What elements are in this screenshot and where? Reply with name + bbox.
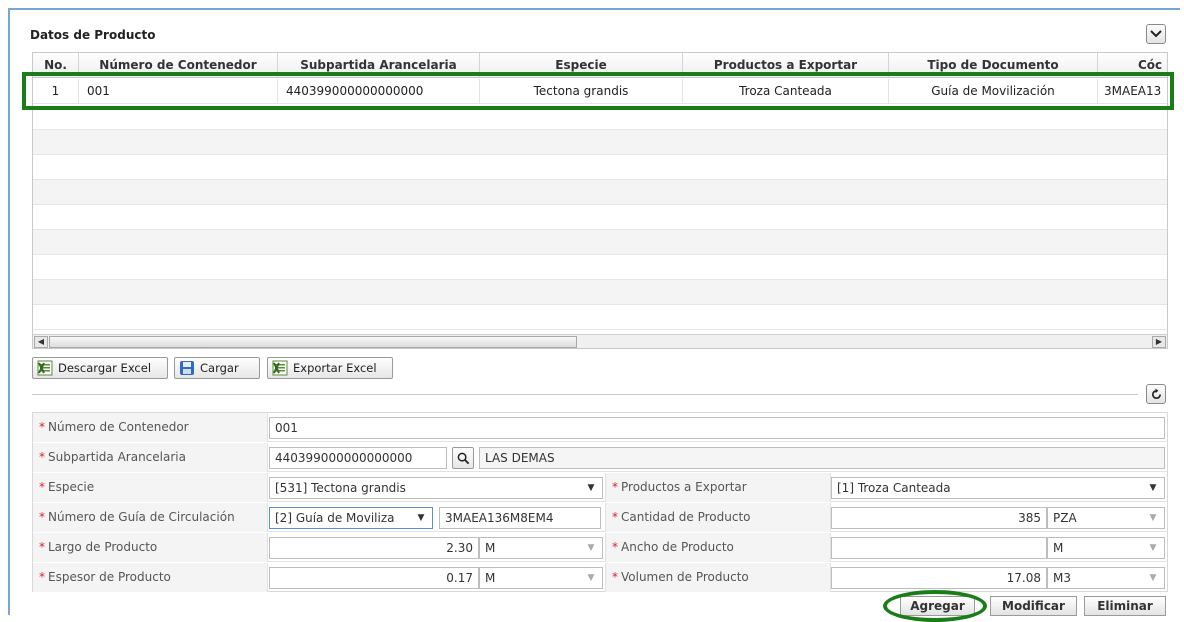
add-button-highlight	[883, 590, 987, 622]
chevron-down-icon[interactable]: ▼	[411, 507, 431, 529]
empty-row	[33, 205, 1167, 230]
download-excel-label: Descargar Excel	[58, 361, 152, 375]
refresh-button[interactable]	[1146, 384, 1166, 404]
search-icon	[457, 452, 469, 464]
scrollbar-thumb[interactable]	[49, 336, 577, 348]
chevron-down-icon[interactable]: ▼	[581, 537, 601, 559]
volumen-label: * Volumen de Producto	[605, 563, 831, 592]
export-excel-button[interactable]: Exportar Excel	[267, 357, 393, 379]
empty-row	[33, 255, 1167, 280]
especie-label: * Especie	[33, 473, 268, 502]
load-button[interactable]: Cargar	[174, 357, 260, 379]
ancho-input[interactable]	[831, 537, 1047, 559]
load-label: Cargar	[200, 361, 239, 375]
subpartida-label: * Subpartida Arancelaria	[33, 443, 268, 472]
guia-label: * Número de Guía de Circulación	[33, 503, 268, 532]
collapse-button[interactable]	[1146, 24, 1166, 44]
horizontal-scrollbar[interactable]: ◀ ▶	[33, 334, 1167, 348]
ancho-label: * Ancho de Producto	[605, 533, 831, 562]
subpartida-search-button[interactable]	[452, 447, 474, 469]
download-excel-button[interactable]: Descargar Excel	[32, 357, 168, 379]
section-divider	[32, 394, 1138, 395]
especie-select[interactable]: [531] Tectona grandis	[269, 477, 603, 499]
empty-row	[33, 280, 1167, 305]
chevron-down-icon[interactable]: ▼	[1143, 537, 1163, 559]
excel-icon	[272, 360, 288, 376]
espesor-input[interactable]: 0.17	[269, 567, 479, 589]
export-excel-label: Exportar Excel	[293, 361, 377, 375]
espesor-label: * Espesor de Producto	[33, 563, 268, 592]
productos-select[interactable]: [1] Troza Canteada	[831, 477, 1165, 499]
save-disk-icon	[180, 361, 194, 375]
chevron-down-icon[interactable]: ▼	[581, 477, 601, 499]
largo-input[interactable]: 2.30	[269, 537, 479, 559]
guia-type-select[interactable]: [2] Guía de Moviliza	[269, 507, 433, 529]
subpartida-input[interactable]: 440399000000000000	[269, 447, 447, 469]
modify-button[interactable]: Modificar	[990, 596, 1077, 616]
form-row-largo: * Largo de Producto 2.30 M ▼ * Ancho de Pr…	[33, 533, 1167, 562]
empty-row	[33, 230, 1167, 255]
volumen-input[interactable]: 17.08	[831, 567, 1047, 589]
panel-title: Datos de Producto	[30, 28, 156, 42]
form-row-contenedor: * Número de Contenedor 001	[33, 413, 1167, 442]
excel-icon	[37, 360, 53, 376]
chevron-down-icon	[1150, 30, 1162, 38]
largo-label: * Largo de Producto	[33, 533, 268, 562]
scroll-right-icon[interactable]: ▶	[1152, 336, 1166, 348]
selected-row-highlight	[22, 72, 1174, 110]
chevron-down-icon[interactable]: ▼	[1143, 477, 1163, 499]
empty-row	[33, 155, 1167, 180]
scroll-left-icon[interactable]: ◀	[34, 336, 48, 348]
chevron-down-icon[interactable]: ▼	[1143, 567, 1163, 589]
guia-number-input[interactable]: 3MAEA136M8EM4	[439, 507, 601, 529]
form-row-subpartida: * Subpartida Arancelaria 4403990000000000…	[33, 443, 1167, 472]
form-row-especie: * Especie [531] Tectona grandis ▼ * Produc…	[33, 473, 1167, 502]
form-row-espesor: * Espesor de Producto 0.17 M ▼ * Volumen d…	[33, 563, 1167, 592]
delete-button[interactable]: Eliminar	[1084, 596, 1166, 616]
productos-label: * Productos a Exportar	[605, 473, 831, 502]
chevron-down-icon[interactable]: ▼	[1143, 507, 1163, 529]
contenedor-input[interactable]: 001	[269, 417, 1165, 439]
empty-row	[33, 305, 1167, 330]
subpartida-description: LAS DEMAS	[479, 447, 1165, 469]
product-form: * Número de Contenedor 001 * Subpartida Ar…	[32, 412, 1168, 592]
refresh-icon	[1151, 387, 1161, 399]
contenedor-label: * Número de Contenedor	[33, 413, 268, 442]
form-row-guia: * Número de Guía de Circulación [2] Guía …	[33, 503, 1167, 532]
empty-row	[33, 130, 1167, 155]
cantidad-label: * Cantidad de Producto	[605, 503, 831, 532]
cantidad-input[interactable]: 385	[831, 507, 1047, 529]
empty-row	[33, 180, 1167, 205]
chevron-down-icon[interactable]: ▼	[581, 567, 601, 589]
